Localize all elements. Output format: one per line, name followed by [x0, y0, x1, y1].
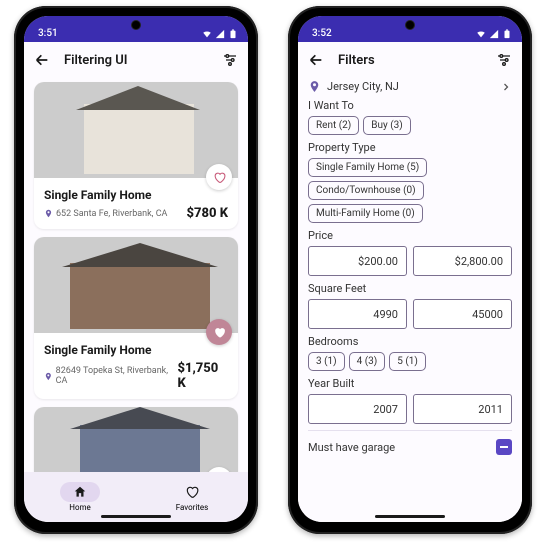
- phone-right: 3:52 Filters Jersey City, NJ I Want To R…: [288, 6, 532, 534]
- price-min-input[interactable]: $200.00: [308, 246, 407, 276]
- listing-photo: [34, 82, 238, 178]
- favorite-button[interactable]: [206, 319, 232, 345]
- back-icon[interactable]: [34, 52, 50, 68]
- heart-icon: [213, 171, 226, 184]
- section-year-built: Year Built 2007 2011: [308, 377, 512, 424]
- listing-body: Single Family Home 82649 Topeka St, Rive…: [34, 333, 238, 399]
- location-text: Jersey City, NJ: [327, 80, 399, 93]
- filter-icon[interactable]: [496, 52, 512, 68]
- battery-icon: [502, 29, 512, 39]
- favorite-button[interactable]: [206, 164, 232, 190]
- wifi-icon: [202, 29, 212, 39]
- battery-icon: [228, 29, 238, 39]
- signal-icon: [489, 29, 499, 39]
- listing-title: Single Family Home: [44, 343, 228, 357]
- chip-rent[interactable]: Rent (2): [308, 116, 359, 135]
- home-icon: [73, 485, 87, 499]
- gesture-bar[interactable]: [101, 515, 171, 518]
- chip-buy[interactable]: Buy (3): [363, 116, 410, 135]
- listing-price: $780 K: [186, 206, 228, 221]
- listing-title: Single Family Home: [44, 188, 228, 202]
- chip-bed-4[interactable]: 4 (3): [349, 352, 386, 371]
- pin-icon: [44, 209, 53, 218]
- chip-single-family[interactable]: Single Family Home (5): [308, 158, 427, 177]
- listing-body: Single Family Home 652 Santa Fe, Riverba…: [34, 178, 238, 229]
- location-row[interactable]: Jersey City, NJ: [308, 80, 512, 93]
- sqft-min-input[interactable]: 4990: [308, 299, 407, 329]
- pin-icon: [44, 372, 53, 381]
- filter-content[interactable]: Jersey City, NJ I Want To Rent (2) Buy (…: [298, 78, 522, 522]
- pin-icon: [308, 80, 321, 93]
- listing-price: $1,750 K: [177, 361, 228, 391]
- listing-card[interactable]: Single Family Home 652 Santa Fe, Riverba…: [34, 82, 238, 229]
- chip-bed-3[interactable]: 3 (1): [308, 352, 345, 371]
- signal-icon: [215, 29, 225, 39]
- chip-condo[interactable]: Condo/Townhouse (0): [308, 181, 424, 200]
- listing-card[interactable]: [34, 407, 238, 472]
- sqft-max-input[interactable]: 45000: [413, 299, 512, 329]
- listing-photo: [34, 237, 238, 333]
- wifi-icon: [476, 29, 486, 39]
- status-time: 3:51: [38, 28, 58, 39]
- chip-multi-family[interactable]: Multi-Family Home (0): [308, 204, 423, 223]
- garage-toggle[interactable]: [496, 439, 512, 455]
- listing-address: 82649 Topeka St, Riverbank, CA: [44, 366, 177, 386]
- gesture-bar[interactable]: [375, 515, 445, 518]
- price-max-input[interactable]: $2,800.00: [413, 246, 512, 276]
- nav-home[interactable]: Home: [60, 482, 100, 512]
- filter-icon[interactable]: [222, 52, 238, 68]
- front-camera: [405, 20, 415, 30]
- heart-icon: [213, 326, 226, 339]
- phone-left: 3:51 Filtering UI Single Family Home: [14, 6, 258, 534]
- chevron-right-icon: [500, 81, 512, 93]
- status-icons: [202, 29, 238, 39]
- garage-label: Must have garage: [308, 441, 395, 454]
- heart-icon: [185, 485, 199, 499]
- screen-right: 3:52 Filters Jersey City, NJ I Want To R…: [298, 16, 522, 522]
- page-title: Filters: [338, 53, 482, 68]
- section-i-want-to: I Want To Rent (2) Buy (3): [308, 99, 512, 135]
- listing-address: 652 Santa Fe, Riverbank, CA: [44, 209, 167, 219]
- screen-left: 3:51 Filtering UI Single Family Home: [24, 16, 248, 522]
- back-icon[interactable]: [308, 52, 324, 68]
- front-camera: [131, 20, 141, 30]
- section-property-type: Property Type Single Family Home (5) Con…: [308, 141, 512, 223]
- app-bar: Filtering UI: [24, 42, 248, 78]
- section-price: Price $200.00 $2,800.00: [308, 229, 512, 276]
- app-bar: Filters: [298, 42, 522, 78]
- year-min-input[interactable]: 2007: [308, 394, 407, 424]
- status-icons: [476, 29, 512, 39]
- listing-content[interactable]: Single Family Home 652 Santa Fe, Riverba…: [24, 78, 248, 472]
- chip-bed-5[interactable]: 5 (1): [389, 352, 426, 371]
- garage-row: Must have garage: [308, 430, 512, 455]
- section-bedrooms: Bedrooms 3 (1) 4 (3) 5 (1): [308, 335, 512, 371]
- section-square-feet: Square Feet 4990 45000: [308, 282, 512, 329]
- year-max-input[interactable]: 2011: [413, 394, 512, 424]
- status-time: 3:52: [312, 28, 332, 39]
- page-title: Filtering UI: [64, 53, 208, 68]
- listing-card[interactable]: Single Family Home 82649 Topeka St, Rive…: [34, 237, 238, 399]
- listing-photo: [34, 407, 238, 472]
- nav-favorites[interactable]: Favorites: [172, 482, 212, 512]
